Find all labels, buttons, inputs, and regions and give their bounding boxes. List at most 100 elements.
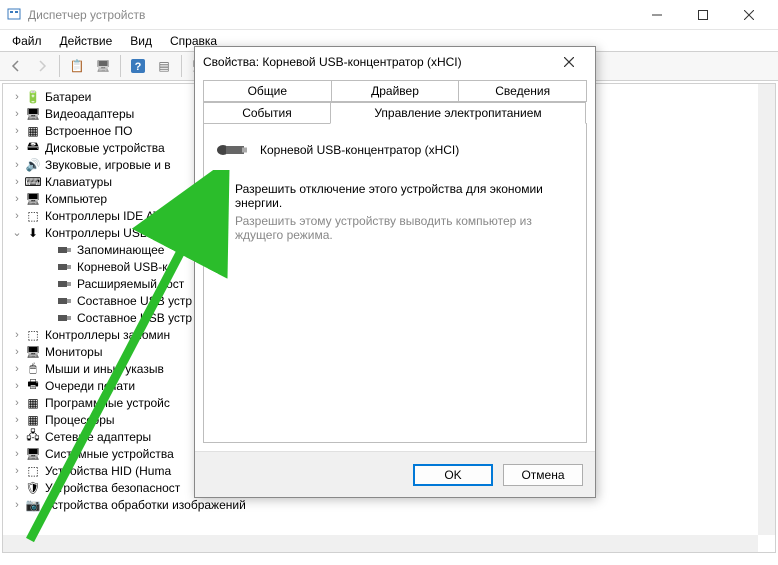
expander-closed-icon[interactable]: › (11, 142, 23, 154)
checkbox-allow-turnoff-label: Разрешить отключение этого устройства дл… (235, 182, 574, 210)
maximize-button[interactable] (680, 0, 726, 29)
ok-button[interactable]: OK (413, 464, 493, 486)
expander-closed-icon[interactable]: › (11, 363, 23, 375)
window-controls (634, 0, 772, 29)
expander-closed-icon[interactable]: › (11, 499, 23, 511)
expander-closed-icon[interactable]: › (11, 448, 23, 460)
expander-closed-icon[interactable]: › (11, 210, 23, 222)
expander-closed-icon[interactable]: › (11, 176, 23, 188)
checkbox-allow-turnoff-row[interactable]: Разрешить отключение этого устройства дл… (216, 182, 574, 210)
tree-item-label: Сетевые адаптеры (45, 430, 151, 444)
device-category-icon: 🖧 (25, 429, 41, 445)
device-category-icon: 🖥 (25, 446, 41, 462)
expander-closed-icon[interactable]: › (11, 346, 23, 358)
menu-action[interactable]: Действие (52, 32, 121, 50)
device-category-icon: ▦ (25, 395, 41, 411)
toolbar-icon-2[interactable]: 🖥 (91, 54, 115, 78)
vertical-scrollbar[interactable] (758, 84, 775, 535)
device-category-icon: 🖴 (25, 140, 41, 156)
toolbar-icon-3[interactable]: ▤ (152, 54, 176, 78)
dialog-title: Свойства: Корневой USB-концентратор (xHC… (203, 55, 462, 69)
expander-closed-icon[interactable]: › (11, 397, 23, 409)
tree-item-label: Контроллеры USB (45, 226, 148, 240)
tree-item-label: Устройства обработки изображений (45, 498, 246, 512)
usb-connector-icon (57, 293, 73, 309)
tabstrip: Общие Драйвер Сведения События Управлени… (203, 80, 587, 124)
dialog-close-button[interactable] (551, 48, 587, 76)
menu-view[interactable]: Вид (122, 32, 160, 50)
tab-general[interactable]: Общие (203, 80, 332, 102)
svg-text:?: ? (135, 61, 142, 73)
expander-closed-icon[interactable]: › (11, 329, 23, 341)
device-category-icon: ⬚ (25, 208, 41, 224)
usb-connector-icon (57, 242, 73, 258)
usb-connector-icon (57, 310, 73, 326)
tree-item-label: Дисковые устройства (45, 141, 165, 155)
tree-item-label: Системные устройства (45, 447, 174, 461)
titlebar: Диспетчер устройств (0, 0, 778, 30)
device-category-icon: 📷 (25, 497, 41, 513)
device-category-icon: 🖥 (25, 106, 41, 122)
expander-closed-icon[interactable]: › (11, 193, 23, 205)
tree-child-label: Запоминающее (77, 243, 164, 257)
expander-closed-icon[interactable]: › (11, 380, 23, 392)
expander-closed-icon[interactable]: › (11, 414, 23, 426)
tree-item-label: Компьютер (45, 192, 107, 206)
window-title: Диспетчер устройств (28, 8, 145, 22)
tree-item-label: Программные устройс (45, 396, 170, 410)
device-category-icon: 🖥 (25, 344, 41, 360)
tree-item[interactable]: ›📷 Устройства обработки изображений (3, 496, 303, 513)
expander-closed-icon[interactable]: › (11, 125, 23, 137)
tab-power-management[interactable]: Управление электропитанием (330, 102, 586, 124)
tree-item-label: Клавиатуры (45, 175, 112, 189)
tab-events[interactable]: События (203, 102, 331, 124)
dialog-footer: OK Отмена (195, 451, 595, 497)
device-header: Корневой USB-концентратор (xHCI) (216, 138, 574, 162)
expander-closed-icon[interactable]: › (11, 431, 23, 443)
menu-file[interactable]: Файл (4, 32, 50, 50)
expander-closed-icon[interactable]: › (11, 91, 23, 103)
properties-dialog: Свойства: Корневой USB-концентратор (xHC… (194, 46, 596, 498)
device-category-icon: ⬚ (25, 327, 41, 343)
tree-item-label: Мыши и иные указыв (45, 362, 164, 376)
device-category-icon: 🖶 (25, 378, 41, 394)
tree-item-label: Процессоры (45, 413, 115, 427)
device-category-icon: 🛡 (25, 480, 41, 496)
usb-device-icon (216, 138, 248, 162)
expander-open-icon[interactable]: ⌄ (11, 226, 23, 239)
tree-child-label: Составное USB устр (77, 311, 192, 325)
cancel-button[interactable]: Отмена (503, 464, 583, 486)
checkbox-allow-turnoff[interactable] (216, 183, 229, 196)
dialog-titlebar: Свойства: Корневой USB-концентратор (xHC… (195, 47, 595, 76)
device-category-icon: 🔋 (25, 89, 41, 105)
expander-closed-icon[interactable]: › (11, 482, 23, 494)
forward-button[interactable] (30, 54, 54, 78)
toolbar-help-icon[interactable]: ? (126, 54, 150, 78)
usb-connector-icon (57, 276, 73, 292)
toolbar-icon-1[interactable]: 📋 (65, 54, 89, 78)
close-button[interactable] (726, 0, 772, 29)
tree-item-label: Контроллеры IDE ATA/ (45, 209, 171, 223)
expander-closed-icon[interactable]: › (11, 108, 23, 120)
horizontal-scrollbar[interactable] (3, 535, 758, 552)
tab-driver[interactable]: Драйвер (331, 80, 460, 102)
minimize-button[interactable] (634, 0, 680, 29)
expander-closed-icon[interactable]: › (11, 465, 23, 477)
device-category-icon: ⬚ (25, 463, 41, 479)
tab-details[interactable]: Сведения (458, 80, 587, 102)
tree-child-label: Расширяемый хост (77, 277, 184, 291)
usb-connector-icon (57, 259, 73, 275)
tree-item-label: Устройства HID (Huma (45, 464, 171, 478)
device-category-icon: ⌨ (25, 174, 41, 190)
tree-item-label: Очереди печати (45, 379, 135, 393)
device-category-icon: 🔊 (25, 157, 41, 173)
device-category-icon: 🖥 (25, 191, 41, 207)
tree-item-label: Батареи (45, 90, 91, 104)
back-button[interactable] (4, 54, 28, 78)
dialog-body: Корневой USB-концентратор (xHCI) Разреши… (203, 123, 587, 443)
expander-closed-icon[interactable]: › (11, 159, 23, 171)
device-name: Корневой USB-концентратор (xHCI) (260, 143, 459, 157)
tree-child-label: Корневой USB-к (77, 260, 168, 274)
tree-item-label: Контроллеры запомин (45, 328, 170, 342)
checkbox-allow-wake-label: Разрешить этому устройству выводить комп… (235, 214, 574, 242)
